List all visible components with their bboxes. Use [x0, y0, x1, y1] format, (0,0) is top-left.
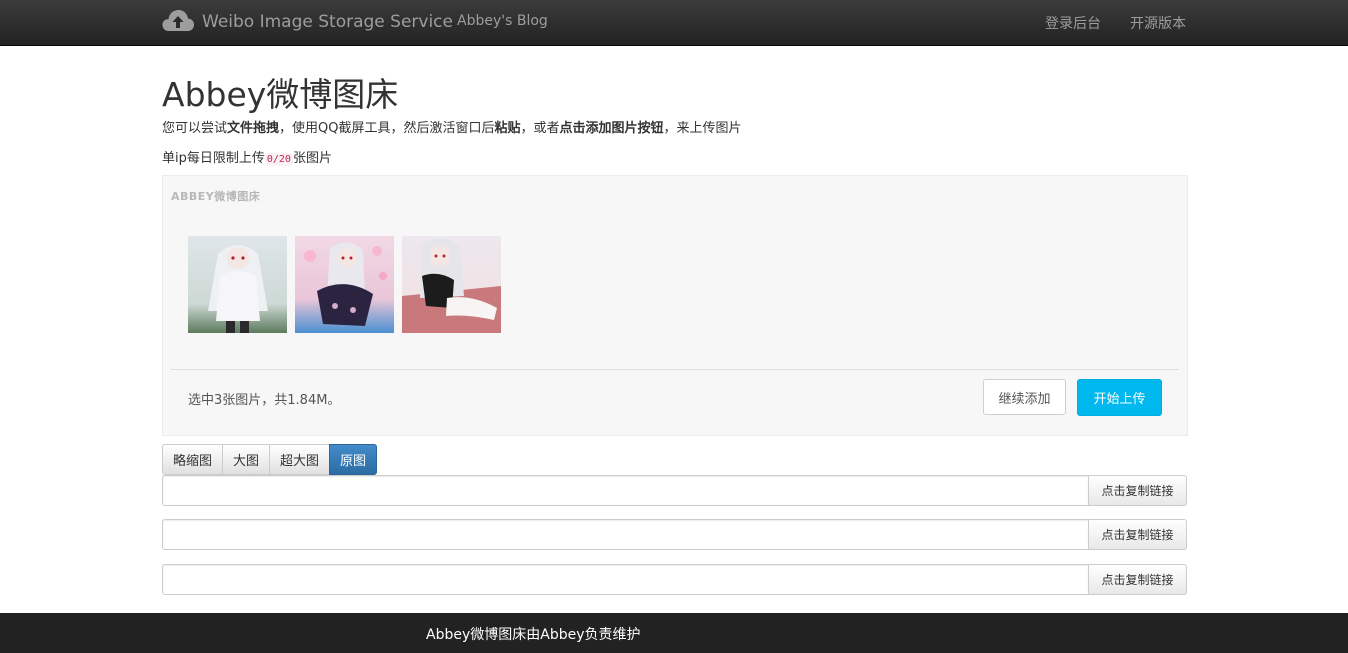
nav-link-open-source[interactable]: 开源版本 — [1130, 13, 1186, 33]
top-navbar: Weibo Image Storage Service Abbey's Blog… — [0, 0, 1348, 46]
uploader-panel[interactable]: ABBEY微博图床 选中3张图片，共1.84M。 继续添加 开始上传 — [162, 175, 1188, 436]
brand-title: Weibo Image Storage Service — [202, 12, 453, 32]
copy-link-button[interactable]: 点击复制链接 — [1088, 564, 1187, 595]
intro-text: 您可以尝试文件拖拽，使用QQ截屏工具，然后激活窗口后粘贴，或者点击添加图片按钮，… — [162, 117, 742, 136]
image-link-field[interactable] — [162, 475, 1089, 506]
image-link-field[interactable] — [162, 564, 1089, 595]
link-row: 点击复制链接 — [162, 564, 1188, 595]
link-row: 点击复制链接 — [162, 519, 1188, 550]
image-size-tabs: 略缩图 大图 超大图 原图 — [162, 444, 378, 475]
limit-suffix: 张图片 — [292, 151, 332, 166]
page-title: Abbey微博图床 — [162, 75, 399, 114]
image-thumbnail[interactable] — [188, 236, 287, 333]
uploader-divider — [171, 369, 1179, 370]
image-link-field[interactable] — [162, 519, 1089, 550]
intro-text-part: ，来上传图片 — [663, 121, 742, 136]
footer-text: Abbey微博图床由Abbey负责维护 — [426, 627, 641, 643]
continue-add-button[interactable]: 继续添加 — [983, 379, 1066, 415]
nav-link-login[interactable]: 登录后台 — [1045, 13, 1101, 33]
intro-drag-emphasis: 文件拖拽 — [227, 121, 280, 136]
nav-link-blog[interactable]: Abbey's Blog — [457, 13, 548, 29]
footer: Abbey微博图床由Abbey负责维护 — [0, 613, 1348, 653]
tab-original[interactable]: 原图 — [329, 444, 378, 475]
upload-limit-text: 单ip每日限制上传 0/20 张图片 — [162, 147, 332, 166]
link-row: 点击复制链接 — [162, 475, 1188, 506]
tab-thumbnail[interactable]: 略缩图 — [162, 444, 224, 475]
tab-large[interactable]: 大图 — [222, 444, 271, 475]
limit-count: 0/20 — [264, 153, 293, 166]
intro-text-part: ，或者 — [520, 121, 560, 136]
intro-button-emphasis: 点击添加图片按钮 — [559, 121, 664, 136]
intro-text-part: 您可以尝试 — [162, 121, 228, 136]
intro-text-part: ，使用QQ截屏工具，然后激活窗口后 — [279, 121, 495, 136]
intro-paste-emphasis: 粘贴 — [494, 121, 521, 136]
copy-link-button[interactable]: 点击复制链接 — [1088, 475, 1187, 506]
selection-status: 选中3张图片，共1.84M。 — [188, 393, 341, 408]
limit-prefix: 单ip每日限制上传 — [162, 151, 265, 166]
uploader-watermark: ABBEY微博图床 — [171, 190, 261, 203]
tab-extra-large[interactable]: 超大图 — [269, 444, 331, 475]
image-thumbnail[interactable] — [295, 236, 394, 333]
image-thumbnail[interactable] — [402, 236, 501, 333]
copy-link-button[interactable]: 点击复制链接 — [1088, 519, 1187, 550]
brand-link[interactable]: Weibo Image Storage Service — [161, 8, 453, 36]
start-upload-button[interactable]: 开始上传 — [1077, 379, 1162, 416]
cloud-upload-icon — [161, 7, 202, 37]
